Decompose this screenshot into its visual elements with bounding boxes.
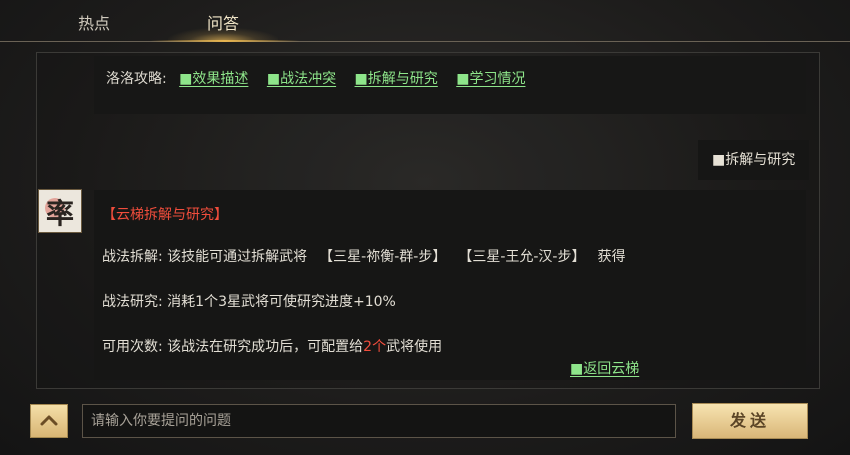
reply-line-research: 战法研究: 消耗1个3星武将可使研究进度+10% xyxy=(102,294,396,310)
tips-row: 洛洛攻略: ■效果描述 ■战法冲突 ■拆解与研究 ■学习情况 xyxy=(106,68,539,88)
tips-bubble: 洛洛攻略: ■效果描述 ■战法冲突 ■拆解与研究 ■学习情况 xyxy=(94,56,806,114)
disassemble-label: 战法拆解: 该技能可通过拆解武将 xyxy=(102,249,308,265)
active-tab-underline xyxy=(150,40,300,42)
disassemble-suffix: 获得 xyxy=(597,249,626,265)
link-skill-conflict[interactable]: ■战法冲突 xyxy=(267,71,336,87)
back-to-ladder-link[interactable]: ■返回云梯 xyxy=(570,358,639,378)
chevron-up-icon xyxy=(40,415,58,426)
tab-bar: 热点 问答 xyxy=(0,0,850,42)
tab-hot[interactable]: 热点 xyxy=(78,10,110,34)
avatar: 率 xyxy=(38,189,82,233)
tab-qa[interactable]: 问答 xyxy=(207,10,239,34)
uses-suffix: 武将使用 xyxy=(386,339,443,355)
reply-line-uses: 可用次数: 该战法在研究成功后，可配置给2个武将使用 xyxy=(102,336,442,356)
tips-prefix: 洛洛攻略: xyxy=(106,71,167,87)
link-learning-status[interactable]: ■学习情况 xyxy=(456,71,525,87)
reply-title: 【云梯拆解与研究】 xyxy=(102,207,228,223)
tab-divider xyxy=(0,41,850,42)
expand-button[interactable] xyxy=(30,404,68,438)
general-item-1: 【三星-祢衡-群-步】 xyxy=(319,249,447,265)
link-disassemble-research[interactable]: ■拆解与研究 xyxy=(355,71,438,87)
link-effect-description[interactable]: ■效果描述 xyxy=(179,71,248,87)
avatar-glyph: 率 xyxy=(45,197,74,230)
user-message: ■拆解与研究 xyxy=(698,140,810,180)
general-item-2: 【三星-王允-汉-步】 xyxy=(458,249,586,265)
reply-line-disassemble: 战法拆解: 该技能可通过拆解武将 【三星-祢衡-群-步】 【三星-王允-汉-步】 获得 xyxy=(102,246,625,266)
bot-reply-bubble: 【云梯拆解与研究】 战法拆解: 该技能可通过拆解武将 【三星-祢衡-群-步】 【三星… xyxy=(94,190,806,380)
uses-count: 2个 xyxy=(363,339,387,355)
uses-prefix: 可用次数: 该战法在研究成功后，可配置给 xyxy=(102,339,364,355)
send-button[interactable]: 发送 xyxy=(692,403,808,439)
question-input[interactable]: 请输入你要提问的问题 xyxy=(82,404,676,438)
input-bar: 请输入你要提问的问题 发送 xyxy=(0,395,850,455)
